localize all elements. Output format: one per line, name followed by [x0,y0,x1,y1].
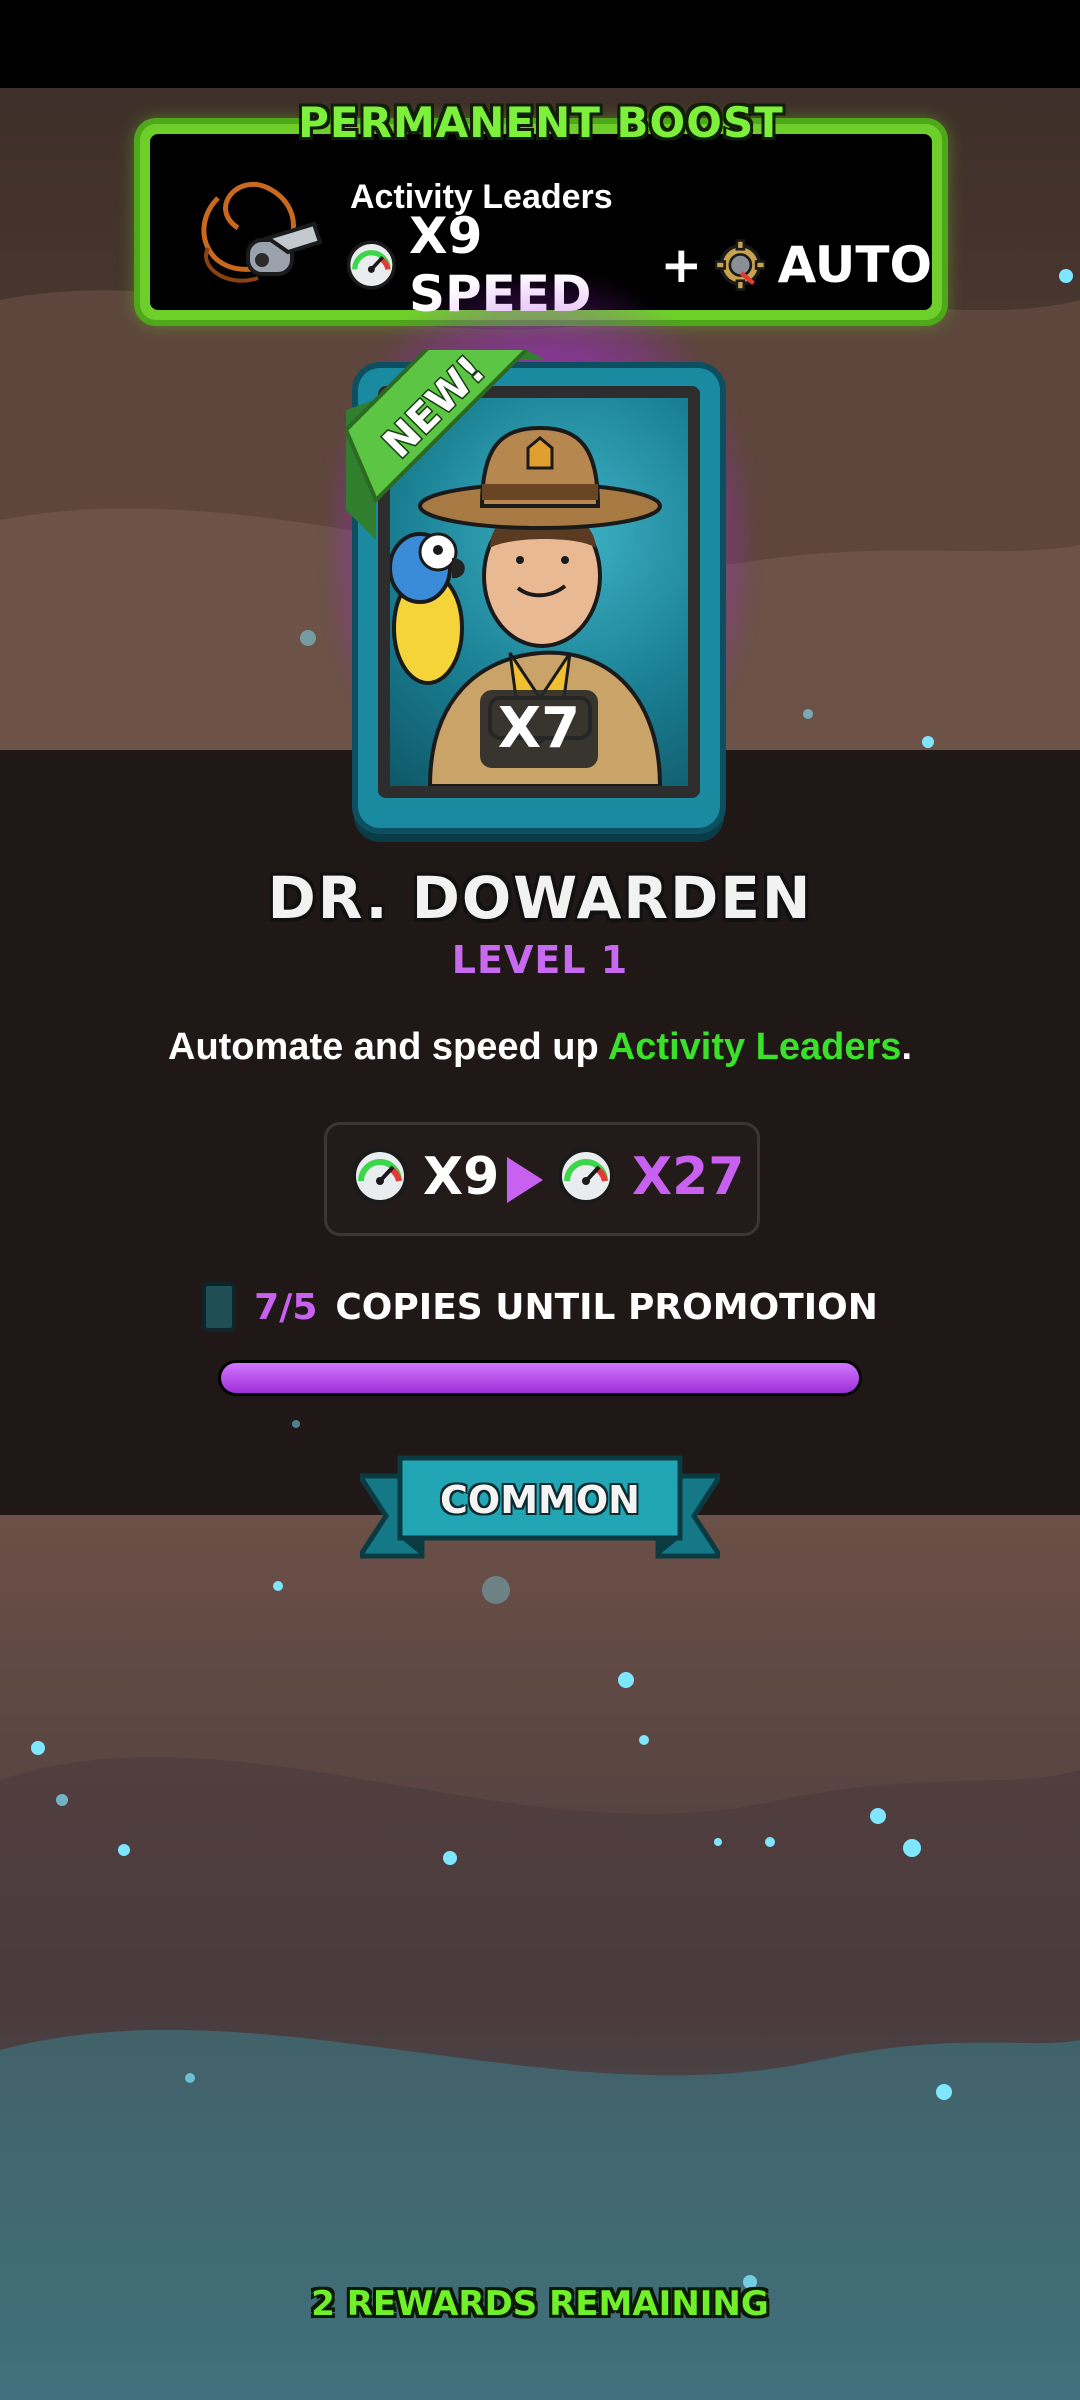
description-highlight: Activity Leaders [607,1026,902,1068]
rewards-remaining[interactable]: 2 REWARDS REMAINING [0,2284,1080,2324]
new-ribbon: NEW! [346,350,546,540]
boost-auto-label: AUTO [777,236,932,294]
character-name: DR. DOWARDEN [267,864,813,932]
speed-gauge-icon [352,1148,408,1204]
next-speed: X27 [632,1147,745,1207]
promotion-progress-bar [218,1360,862,1396]
auto-gear-icon [714,239,766,291]
character-level: LEVEL 1 [451,938,629,982]
promotion-status: 7/5 COPIES UNTIL PROMOTION [0,1282,1080,1342]
copies-count: 7/5 [254,1286,318,1328]
ability-description: Automate and speed up Activity Leaders. [0,1026,1080,1069]
card-copy-icon [202,1282,237,1332]
rarity-ribbon: COMMON [360,1452,720,1574]
status-bar [0,0,1080,88]
promotion-progress-fill [221,1363,859,1393]
whistle-icon [201,181,323,283]
current-speed: X9 [423,1147,500,1207]
card-copy-count: X7 [480,690,598,768]
description-prefix: Automate and speed up [168,1026,608,1068]
copies-label: COPIES UNTIL PROMOTION [335,1286,878,1328]
description-suffix: . [901,1026,912,1068]
play-arrow-icon [507,1157,543,1203]
rarity-label: COMMON [440,1478,640,1522]
boost-title: PERMANENT BOOST [298,98,784,147]
speed-gauge-icon [558,1148,614,1204]
speed-upgrade-box: X9 X27 [324,1122,760,1236]
